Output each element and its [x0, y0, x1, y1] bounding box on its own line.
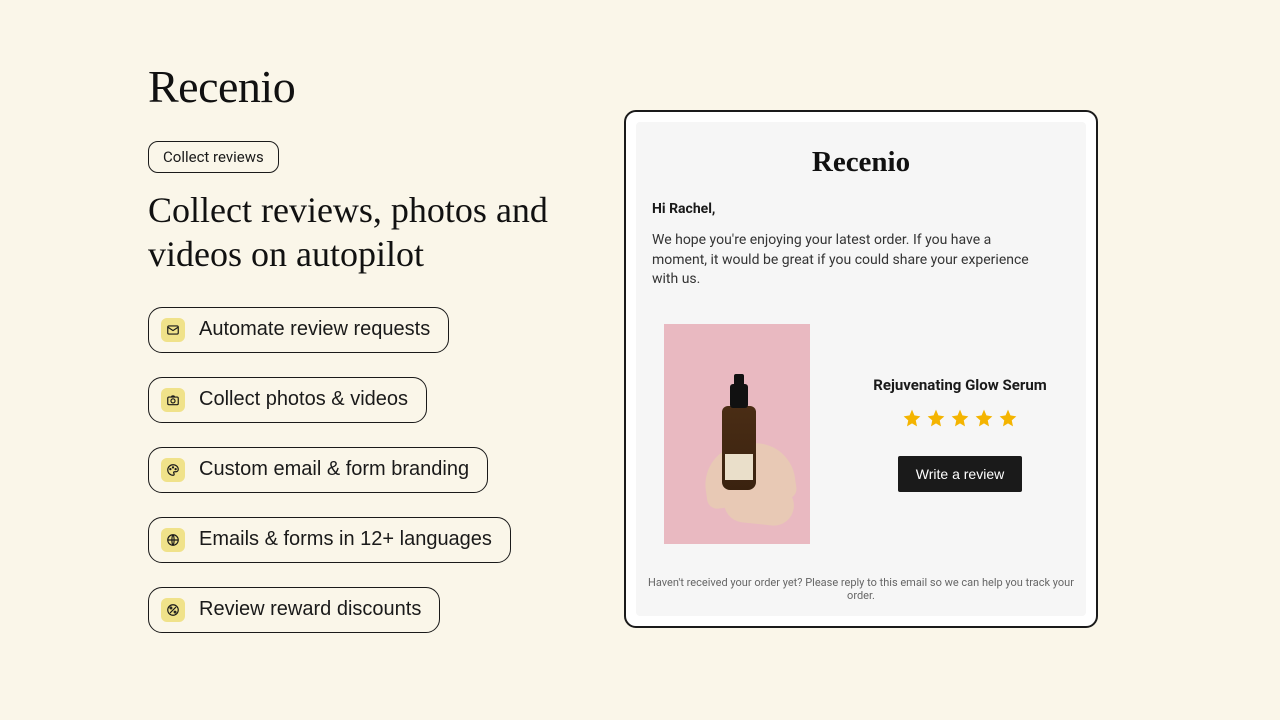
feature-reward-discounts[interactable]: Review reward discounts	[148, 587, 440, 633]
mail-icon	[161, 318, 185, 342]
email-body: We hope you're enjoying your latest orde…	[652, 231, 1032, 290]
feature-collect-photos-videos[interactable]: Collect photos & videos	[148, 377, 427, 423]
brand-title: Recenio	[148, 60, 578, 113]
star-icon	[950, 408, 970, 428]
product-image	[664, 324, 810, 544]
collect-reviews-badge: Collect reviews	[148, 141, 279, 173]
percent-icon	[161, 598, 185, 622]
star-icon	[974, 408, 994, 428]
feature-automate-review-requests[interactable]: Automate review requests	[148, 307, 449, 353]
product-name: Rejuvenating Glow Serum	[850, 376, 1070, 394]
email-footer-note: Haven't received your order yet? Please …	[636, 576, 1086, 602]
camera-icon	[161, 388, 185, 412]
star-icon	[926, 408, 946, 428]
email-greeting: Hi Rachel,	[652, 201, 1070, 217]
feature-label: Emails & forms in 12+ languages	[199, 528, 492, 551]
feature-label: Custom email & form branding	[199, 458, 469, 481]
write-review-button[interactable]: Write a review	[898, 456, 1022, 492]
globe-icon	[161, 528, 185, 552]
feature-multilanguage[interactable]: Emails & forms in 12+ languages	[148, 517, 511, 563]
feature-list: Automate review requests Collect photos …	[148, 307, 578, 633]
feature-label: Automate review requests	[199, 318, 430, 341]
email-preview-card: Recenio Hi Rachel, We hope you're enjoyi…	[624, 110, 1098, 628]
feature-label: Review reward discounts	[199, 598, 421, 621]
email-brand: Recenio	[652, 146, 1070, 179]
star-icon	[998, 408, 1018, 428]
email-product-row: Rejuvenating Glow Serum Write a review	[652, 324, 1070, 544]
palette-icon	[161, 458, 185, 482]
star-icon	[902, 408, 922, 428]
rating-stars	[902, 408, 1018, 428]
feature-custom-branding[interactable]: Custom email & form branding	[148, 447, 488, 493]
headline: Collect reviews, photos and videos on au…	[148, 189, 578, 277]
feature-label: Collect photos & videos	[199, 388, 408, 411]
